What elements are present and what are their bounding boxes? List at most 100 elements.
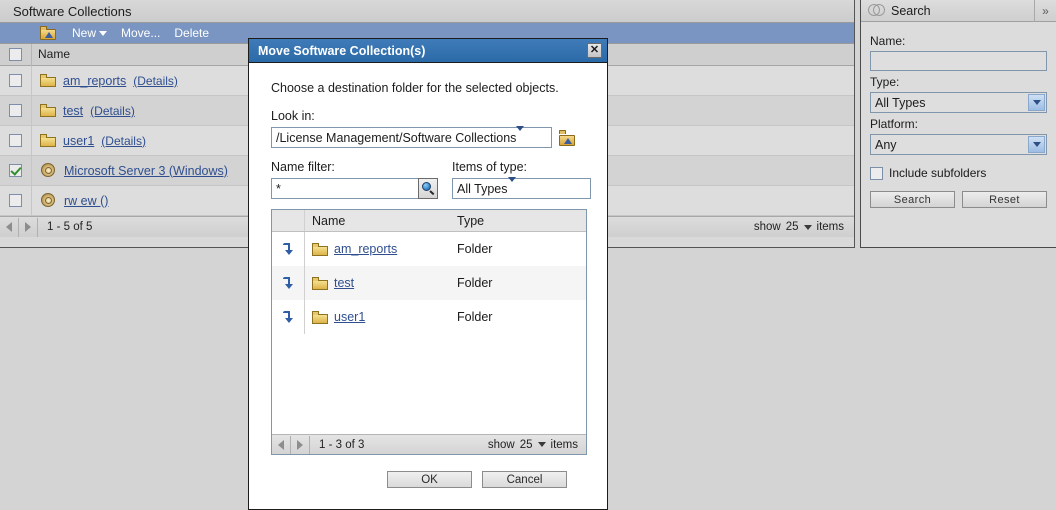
pager-next-button[interactable] xyxy=(19,217,38,237)
row-name-cell: am_reports xyxy=(304,232,454,266)
row-details-link[interactable]: (Details) xyxy=(133,74,178,88)
toolbar-new-button[interactable]: New xyxy=(72,26,108,40)
namefilter-label: Name filter: xyxy=(271,160,335,174)
row-name-cell: user1 xyxy=(304,300,454,334)
pager-page-size[interactable]: show 25 items xyxy=(754,221,854,233)
row-name-link[interactable]: user1 xyxy=(334,310,365,324)
chevron-down-icon[interactable] xyxy=(507,176,516,196)
pager-page-size[interactable]: show 25 items xyxy=(488,439,586,451)
table-row[interactable]: test Folder xyxy=(272,266,586,300)
toolbar-up-button[interactable] xyxy=(40,26,58,40)
search-name-input[interactable] xyxy=(870,51,1047,71)
include-subfolders-checkbox[interactable] xyxy=(870,166,883,180)
column-header-type[interactable]: Type xyxy=(454,210,586,231)
lookin-select[interactable]: /License Management/Software Collections xyxy=(271,125,552,148)
row-name-link[interactable]: user1 xyxy=(63,134,94,148)
row-type-cell: Folder xyxy=(457,276,493,290)
table-row[interactable]: user1 Folder xyxy=(272,300,586,334)
row-select-cell[interactable] xyxy=(0,194,31,207)
select-all-checkbox[interactable] xyxy=(9,48,22,61)
folder-up-icon xyxy=(40,26,56,40)
row-checkbox[interactable] xyxy=(9,194,22,207)
row-name-link[interactable]: test xyxy=(334,276,354,290)
search-name-label: Name: xyxy=(870,34,906,48)
row-select-cell[interactable] xyxy=(0,104,31,117)
enter-folder-icon[interactable] xyxy=(281,276,295,290)
search-platform-select[interactable]: Any xyxy=(870,134,1047,155)
rings-icon xyxy=(868,3,885,18)
row-checkbox[interactable] xyxy=(9,74,22,87)
folder-icon xyxy=(40,74,56,87)
row-name-link[interactable]: test xyxy=(63,104,83,118)
row-select-cell[interactable] xyxy=(0,164,31,177)
toolbar-delete-label: Delete xyxy=(174,26,210,40)
enter-folder-icon[interactable] xyxy=(281,310,295,324)
pager-count-value[interactable]: 25 xyxy=(786,221,799,233)
row-name-link[interactable]: am_reports xyxy=(334,242,397,256)
include-subfolders-row[interactable]: Include subfolders xyxy=(870,166,1047,180)
lookin-row: /License Management/Software Collections xyxy=(271,125,585,148)
folder-icon xyxy=(312,276,328,290)
row-details-link[interactable]: (Details) xyxy=(90,104,135,118)
namefilter-input[interactable] xyxy=(271,178,419,199)
pager-prev-button[interactable] xyxy=(272,435,291,454)
enter-folder-cell[interactable] xyxy=(272,242,304,256)
row-name-link[interactable]: am_reports xyxy=(63,74,126,88)
chevron-right-icon xyxy=(297,439,303,450)
page-title-bar: Software Collections xyxy=(0,0,854,23)
row-name-link[interactable]: rw ew () xyxy=(64,194,108,208)
chevron-down-icon xyxy=(803,224,812,230)
pager-range-label: 1 - 5 of 5 xyxy=(47,221,93,233)
row-details-link[interactable]: (Details) xyxy=(101,134,146,148)
toolbar-new-label: New xyxy=(72,26,97,40)
column-header-name[interactable]: Name xyxy=(304,210,454,231)
pager-prev-button[interactable] xyxy=(0,217,19,237)
itemstype-select[interactable]: All Types xyxy=(452,176,591,199)
folder-icon xyxy=(40,134,56,147)
chevron-down-icon xyxy=(537,442,546,447)
dialog-body: Choose a destination folder for the sele… xyxy=(249,63,607,488)
search-button[interactable]: Search xyxy=(870,191,955,208)
chevron-down-icon[interactable] xyxy=(1028,136,1045,153)
toolbar-move-button[interactable]: Move... xyxy=(121,26,160,40)
pager-count-value[interactable]: 25 xyxy=(520,439,533,451)
toolbar-delete-button[interactable]: Delete xyxy=(174,26,209,40)
ok-button[interactable]: OK xyxy=(387,471,472,488)
row-name-link[interactable]: Microsoft Server 3 (Windows) xyxy=(64,164,228,178)
items-of-type-group: Items of type: All Types xyxy=(452,160,591,199)
pager-range-label: 1 - 3 of 3 xyxy=(319,438,365,451)
chevron-down-icon[interactable] xyxy=(516,125,525,145)
row-checkbox[interactable] xyxy=(9,104,22,117)
search-platform-value: Any xyxy=(875,137,897,152)
pager-show-label: show xyxy=(753,221,781,233)
row-checkbox[interactable] xyxy=(9,164,22,177)
search-panel: Search » Name: Type: All Types Platform:… xyxy=(860,0,1056,248)
namefilter-search-button[interactable] xyxy=(418,178,438,199)
pager-show-label: show xyxy=(487,438,515,451)
row-select-cell[interactable] xyxy=(0,74,31,87)
search-type-label: Type: xyxy=(870,75,900,89)
close-icon[interactable]: ✕ xyxy=(587,43,602,58)
destination-folder-table: Name Type am_reports Folder test Folder user… xyxy=(271,209,587,455)
enter-folder-cell[interactable] xyxy=(272,276,304,290)
destination-table-header: Name Type xyxy=(272,210,586,232)
enter-folder-icon[interactable] xyxy=(281,242,295,256)
folder-icon xyxy=(312,242,328,256)
enter-folder-cell[interactable] xyxy=(272,310,304,324)
search-icon xyxy=(421,182,435,196)
dialog-title-bar: Move Software Collection(s) ✕ xyxy=(249,39,607,63)
pager-next-button[interactable] xyxy=(291,435,310,454)
chevron-down-icon[interactable] xyxy=(1028,94,1045,111)
search-type-select[interactable]: All Types xyxy=(870,92,1047,113)
dialog-buttons: OK Cancel xyxy=(271,455,585,488)
cancel-button[interactable]: Cancel xyxy=(482,471,567,488)
row-type-cell: Folder xyxy=(457,242,493,256)
table-row[interactable]: am_reports Folder xyxy=(272,232,586,266)
reset-button[interactable]: Reset xyxy=(962,191,1047,208)
select-all-cell[interactable] xyxy=(0,48,31,61)
row-checkbox[interactable] xyxy=(9,134,22,147)
search-type-value: All Types xyxy=(875,95,926,110)
folder-up-icon[interactable] xyxy=(559,129,576,146)
row-select-cell[interactable] xyxy=(0,134,31,147)
search-panel-expand-button[interactable]: » xyxy=(1034,0,1056,22)
